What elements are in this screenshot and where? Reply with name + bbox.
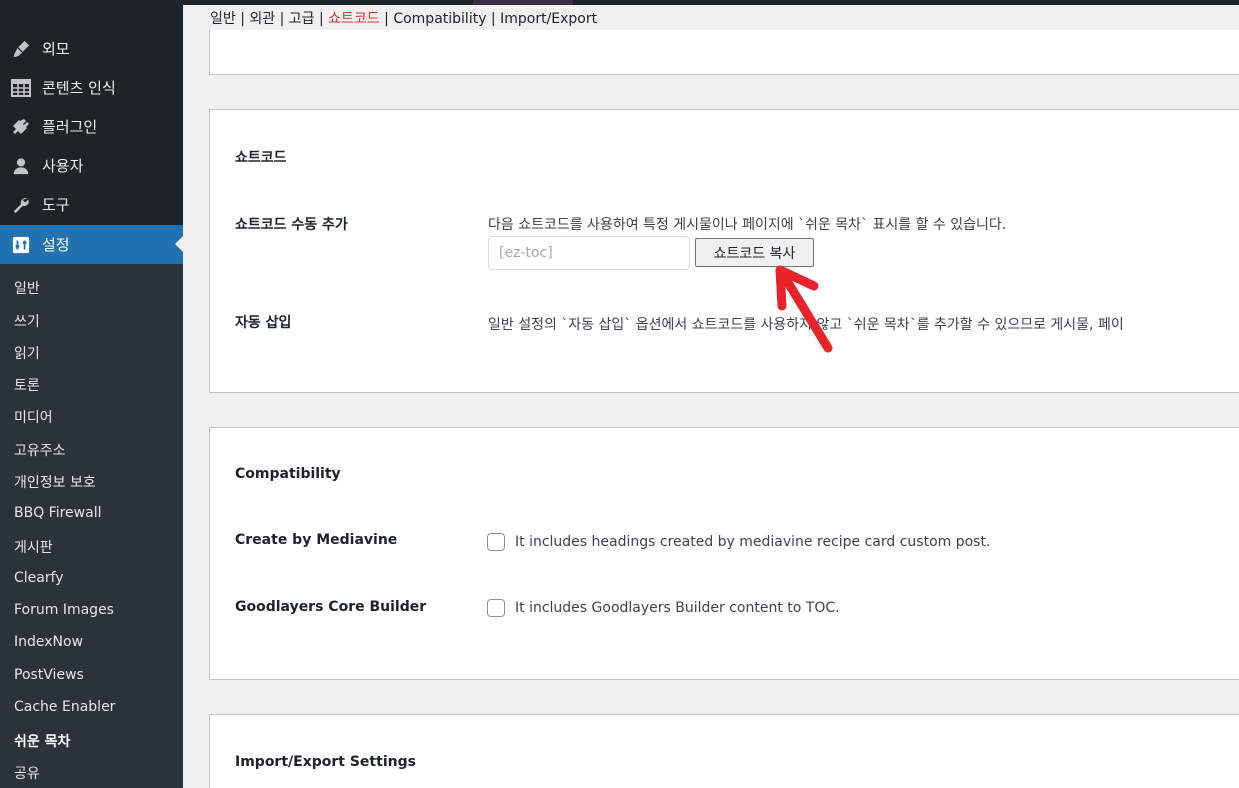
- sidebar-item-label: 외모: [42, 40, 70, 58]
- submenu-item-general[interactable]: 일반: [14, 278, 40, 298]
- submenu-item-clearfy[interactable]: Clearfy: [14, 570, 64, 586]
- tab-import-export[interactable]: Import/Export: [500, 11, 597, 27]
- sidebar-item-plugins[interactable]: 플러그인: [0, 107, 183, 146]
- tab-advanced[interactable]: 고급: [289, 11, 315, 27]
- submenu-item-forum-images[interactable]: Forum Images: [14, 602, 114, 618]
- submenu-item-permalinks[interactable]: 고유주소: [14, 440, 66, 460]
- tab-general[interactable]: 일반: [210, 11, 236, 27]
- tab-separator: |: [379, 11, 394, 27]
- mediavine-label: Create by Mediavine: [235, 532, 398, 548]
- submenu-item-indexnow[interactable]: IndexNow: [14, 634, 83, 650]
- submenu-item-discussion[interactable]: 토론: [14, 375, 40, 395]
- tab-appearance[interactable]: 외관: [249, 11, 275, 27]
- sidebar-item-label: 플러그인: [42, 118, 98, 136]
- sidebar-item-label: 도구: [42, 196, 70, 214]
- submenu-item-share[interactable]: 공유: [14, 763, 40, 783]
- compatibility-panel: Compatibility Create by Mediavine It inc…: [209, 427, 1239, 680]
- sidebar-item-users[interactable]: 사용자: [0, 146, 183, 185]
- section-title: Compatibility: [235, 466, 341, 482]
- top-bar-accent: [473, 0, 573, 5]
- submenu-item-board[interactable]: 게시판: [14, 537, 53, 557]
- sidebar-item-content-awareness[interactable]: 콘텐츠 인식: [0, 68, 183, 107]
- section-title: 쇼트코드: [235, 150, 287, 166]
- auto-insert-description: 일반 설정의 `자동 삽입` 옵션에서 쇼트코드를 사용하지 않고 `쉬운 목차…: [488, 317, 1124, 333]
- sidebar-item-tools[interactable]: 도구: [0, 185, 183, 224]
- submenu-item-reading[interactable]: 읽기: [14, 343, 40, 363]
- sidebar-item-label: 사용자: [42, 157, 84, 175]
- tab-separator: |: [235, 11, 250, 27]
- submenu-item-easy-toc[interactable]: 쉬운 목차: [14, 731, 70, 751]
- tab-shortcode[interactable]: 쇼트코드: [328, 11, 380, 27]
- plugin-icon: [11, 117, 31, 137]
- settings-submenu: 일반 쓰기 읽기 토론 미디어 고유주소 개인정보 보호 BBQ Firewal…: [0, 264, 183, 788]
- auto-insert-label: 자동 삽입: [235, 315, 292, 331]
- manual-insert-label: 쇼트코드 수동 추가: [235, 217, 348, 233]
- shortcode-input[interactable]: [488, 236, 690, 270]
- shortcode-panel: 쇼트코드 쇼트코드 수동 추가 다음 쇼트코드를 사용하여 특정 게시물이나 페…: [209, 109, 1239, 393]
- sidebar-item-label: 설정: [42, 236, 70, 254]
- section-title: Import/Export Settings: [235, 754, 416, 770]
- import-export-panel: Import/Export Settings: [209, 714, 1239, 788]
- table-icon: [11, 78, 31, 98]
- admin-sidebar: 외모 콘텐츠 인식 플러그인 사용자 도구 설정 일반 쓰기 읽기 토론 미디어…: [0, 0, 183, 788]
- mediavine-option: It includes headings created by mediavin…: [487, 533, 990, 551]
- submenu-item-cache-enabler[interactable]: Cache Enabler: [14, 699, 115, 715]
- sidebar-item-appearance[interactable]: 외모: [0, 29, 183, 68]
- paintbrush-icon: [11, 39, 31, 59]
- goodlayers-description: It includes Goodlayers Builder content t…: [515, 600, 840, 616]
- tab-separator: |: [275, 11, 289, 27]
- mediavine-description: It includes headings created by mediavin…: [515, 534, 991, 550]
- tab-separator: |: [314, 11, 329, 27]
- submenu-item-bbq-firewall[interactable]: BBQ Firewall: [14, 505, 101, 521]
- goodlayers-option: It includes Goodlayers Builder content t…: [487, 599, 840, 617]
- tab-compatibility[interactable]: Compatibility: [393, 11, 486, 27]
- manual-insert-description: 다음 쇼트코드를 사용하여 특정 게시물이나 페이지에 `쉬운 목차` 표시를 …: [488, 217, 1007, 233]
- goodlayers-checkbox[interactable]: [487, 599, 505, 617]
- submenu-item-writing[interactable]: 쓰기: [14, 311, 40, 331]
- wrench-icon: [11, 195, 31, 215]
- sidebar-item-label: 콘텐츠 인식: [42, 79, 116, 97]
- admin-top-bar: [183, 0, 1239, 5]
- goodlayers-label: Goodlayers Core Builder: [235, 599, 427, 615]
- previous-settings-panel: [209, 30, 1239, 75]
- copy-shortcode-button[interactable]: 쇼트코드 복사: [695, 238, 814, 267]
- mediavine-checkbox[interactable]: [487, 533, 505, 551]
- tab-separator: |: [486, 11, 501, 27]
- submenu-item-media[interactable]: 미디어: [14, 407, 53, 427]
- submenu-item-postviews[interactable]: PostViews: [14, 667, 84, 683]
- settings-tabs: 일반 | 외관 | 고급 | 쇼트코드 | Compatibility | Im…: [210, 8, 597, 28]
- user-icon: [11, 156, 31, 176]
- settings-icon: [11, 235, 31, 255]
- submenu-item-privacy[interactable]: 개인정보 보호: [14, 472, 96, 492]
- sidebar-item-settings[interactable]: 설정: [0, 225, 183, 264]
